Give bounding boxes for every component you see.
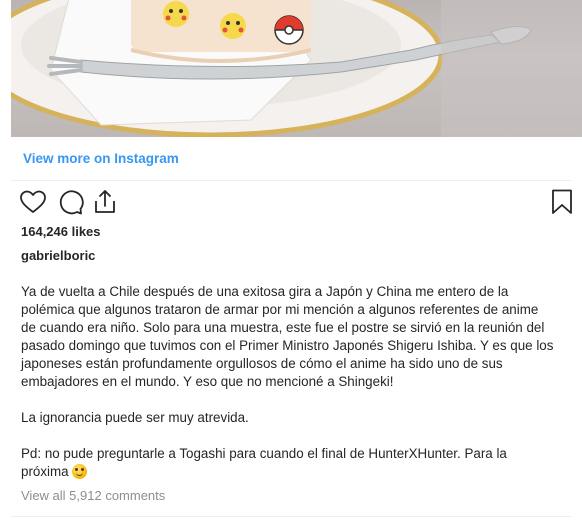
divider <box>11 516 571 517</box>
view-more-on-instagram-link[interactable]: View more on Instagram <box>23 151 179 166</box>
post-actions-bar <box>18 187 574 219</box>
caption-paragraph: La ignorancia puede ser muy atrevida. <box>21 410 249 425</box>
smiling-face-emoji-icon <box>71 464 87 479</box>
bookmark-icon[interactable] <box>547 187 577 217</box>
post-photo[interactable] <box>11 0 582 137</box>
comment-bubble-icon[interactable] <box>55 187 85 217</box>
pokeball-print <box>274 15 304 45</box>
caption-paragraph: Ya de vuelta a Chile después de una exit… <box>21 284 554 389</box>
divider <box>11 180 571 181</box>
likes-count[interactable]: 164,246 likes <box>21 224 101 239</box>
dessert-plate-illustration <box>11 0 582 137</box>
caption-paragraph: Pd: no pude preguntarle a Togashi para c… <box>21 445 576 481</box>
view-all-comments-link[interactable]: View all 5,912 comments <box>21 488 165 503</box>
post-username[interactable]: gabrielboric <box>21 248 95 263</box>
tablecloth <box>441 0 582 137</box>
post-caption: Ya de vuelta a Chile después de una exit… <box>21 283 576 481</box>
share-upload-icon[interactable] <box>90 187 120 217</box>
heart-icon[interactable] <box>18 187 48 217</box>
caption-text: Pd: no pude preguntarle a Togashi para c… <box>21 446 507 479</box>
